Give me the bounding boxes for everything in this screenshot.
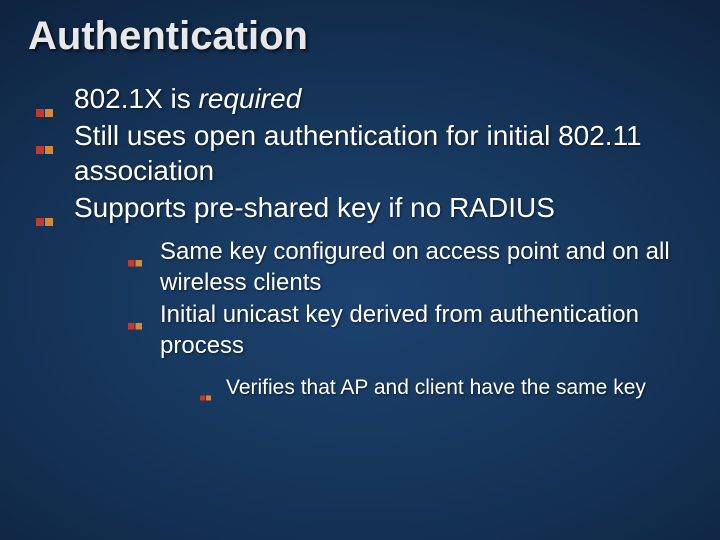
bullet-list-level-1: 802.1X is required Still uses open authe… [28, 81, 692, 401]
list-item: Initial unicast key derived from authent… [128, 300, 692, 401]
list-item-text: Initial unicast key derived from authent… [160, 301, 639, 359]
list-item: Verifies that AP and client have the sam… [200, 374, 692, 401]
list-item-text: Same key configured on access point and … [160, 238, 670, 296]
bullet-icon [200, 382, 214, 409]
list-item: 802.1X is required [36, 81, 692, 116]
slide-title: Authentication [28, 14, 692, 59]
bullet-icon [128, 309, 146, 340]
bullet-list-level-2: Same key configured on access point and … [74, 237, 692, 401]
list-item-text: Still uses open authentication for initi… [74, 120, 642, 186]
bullet-list-level-3: Verifies that AP and client have the sam… [160, 374, 692, 401]
list-item-text: 802.1X is required [74, 83, 301, 114]
list-item: Same key configured on access point and … [128, 237, 692, 298]
list-item-text: Verifies that AP and client have the sam… [226, 376, 646, 399]
bullet-icon [36, 129, 58, 164]
list-item-text: Supports pre-shared key if no RADIUS [74, 192, 555, 223]
bullet-icon [128, 246, 146, 277]
text-fragment: 802.1X is [74, 83, 199, 114]
text-emphasis: required [199, 83, 302, 114]
bullet-icon [36, 201, 58, 236]
list-item: Still uses open authentication for initi… [36, 118, 692, 188]
slide: Authentication 802.1X is required Still … [0, 0, 720, 540]
list-item: Supports pre-shared key if no RADIUS Sam… [36, 190, 692, 401]
